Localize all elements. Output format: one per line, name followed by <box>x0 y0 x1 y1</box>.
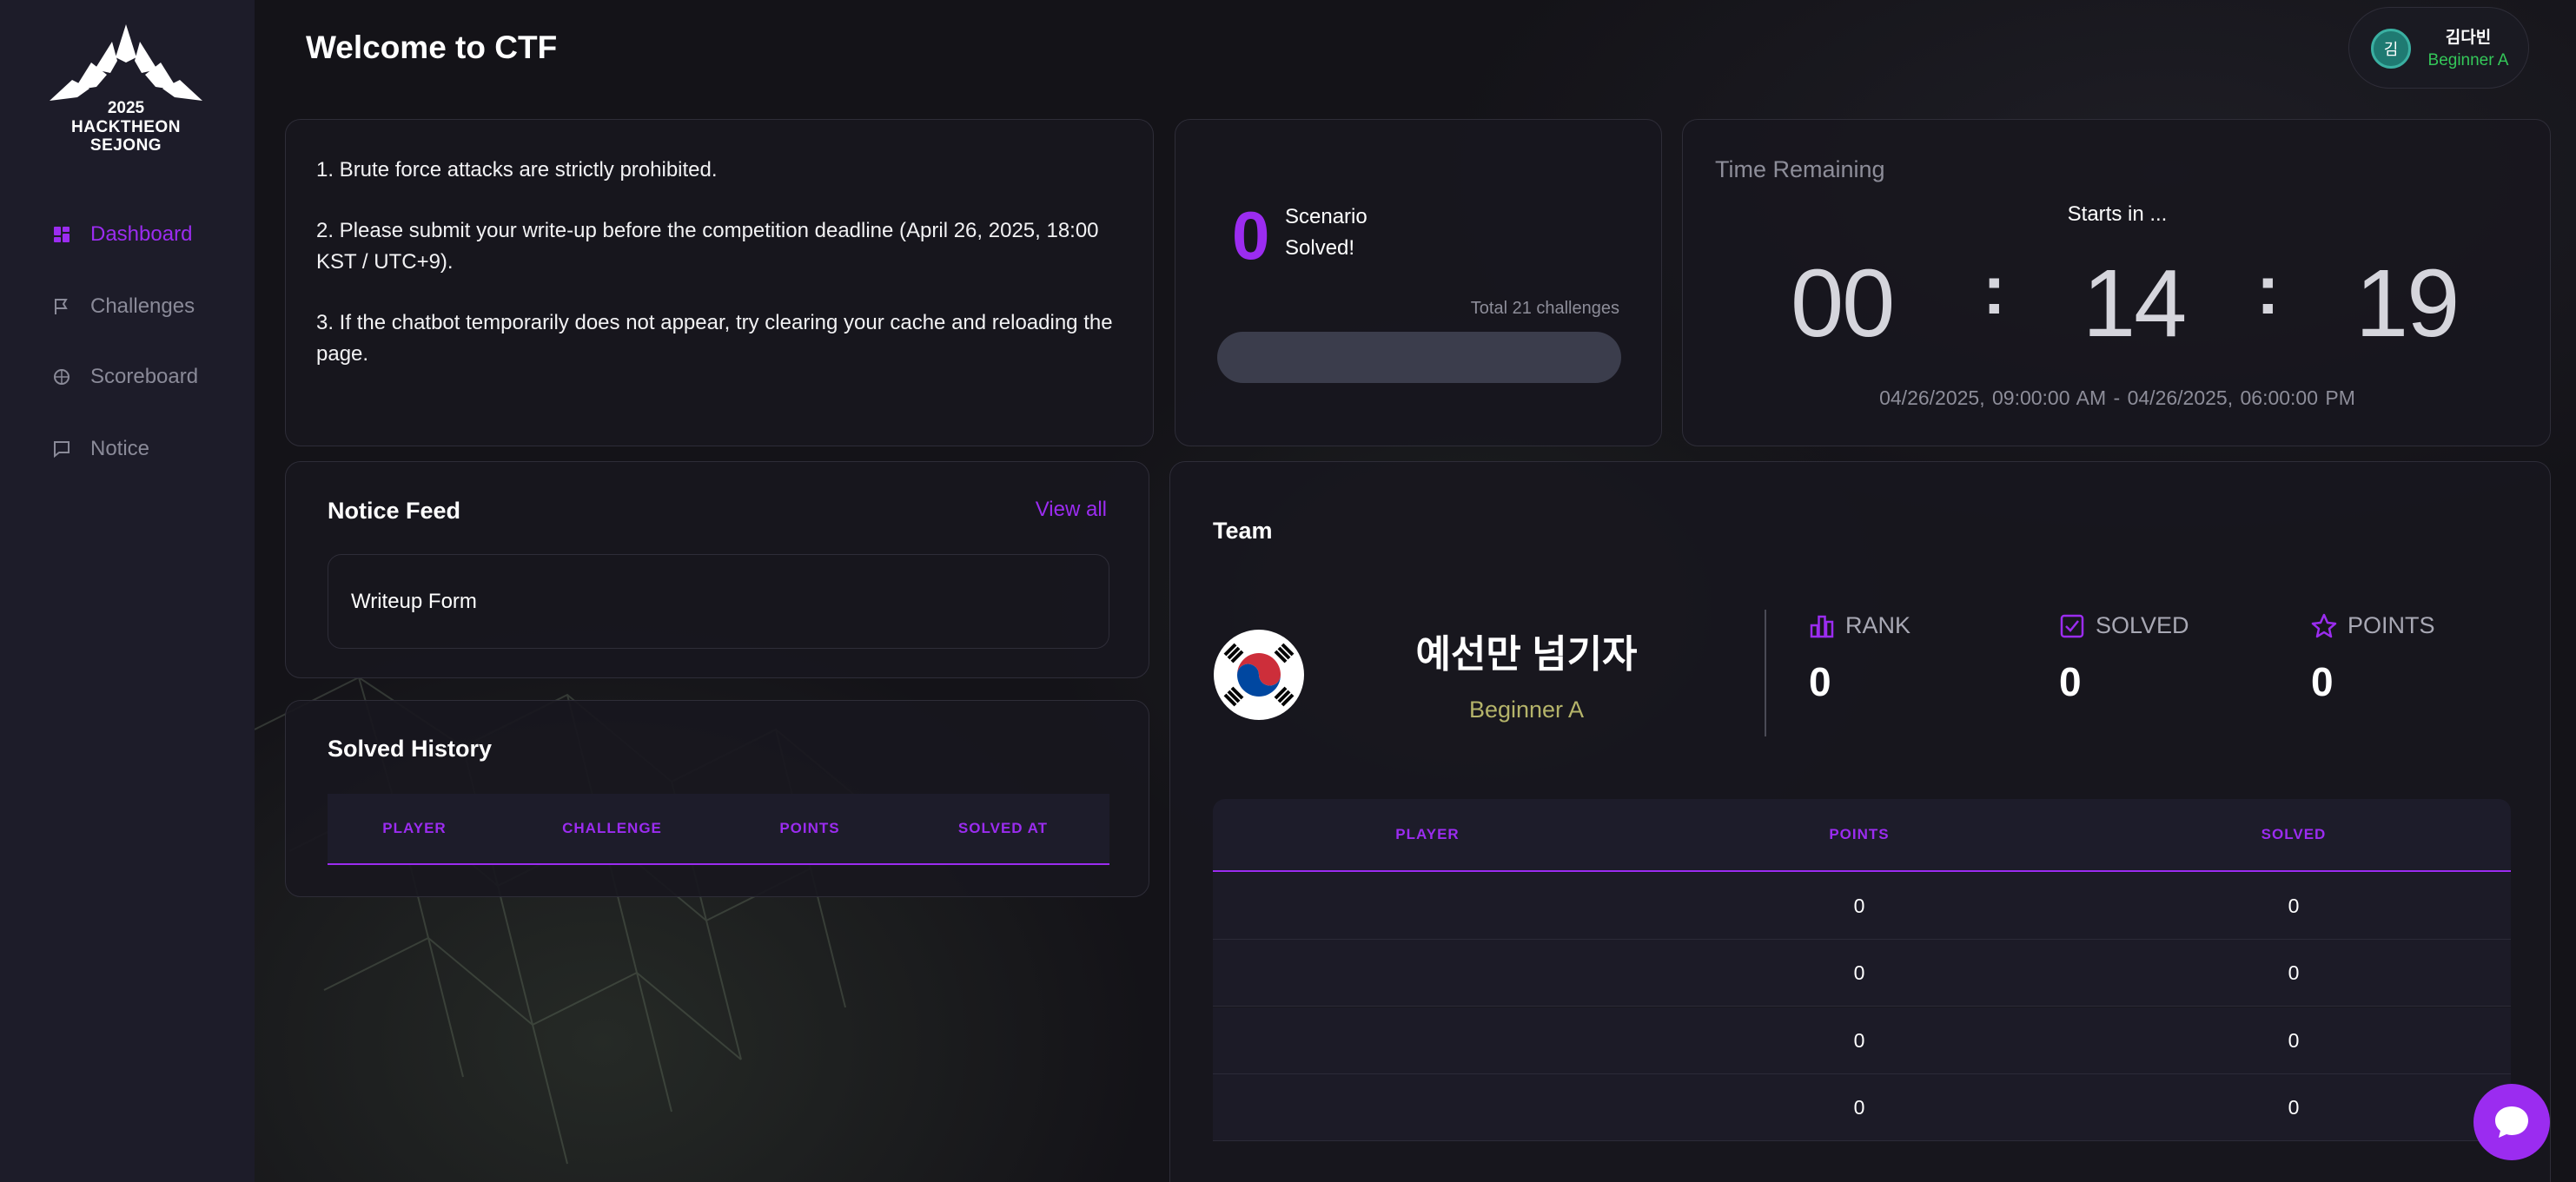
sidebar-item-notice[interactable]: Notice <box>52 432 149 466</box>
cell-points: 0 <box>1853 894 1865 917</box>
logo-line2: SEJONG <box>89 136 162 155</box>
scoreboard-icon <box>54 369 70 385</box>
col-points: POINTS <box>779 820 840 836</box>
cell-points: 0 <box>1853 961 1865 984</box>
progress-bar <box>1217 332 1621 383</box>
table-row: 0 0 <box>1213 873 2511 940</box>
user-role: Beginner A <box>2427 51 2509 69</box>
sidebar-item-label: Scoreboard <box>90 365 199 388</box>
notice-item-label: Writeup Form <box>351 589 477 613</box>
date-dash: - <box>2113 386 2121 409</box>
event-dates: 04/26/2025, 09:00:00 AM - 04/26/2025, 06… <box>1683 386 2552 410</box>
logo-mark-icon <box>50 24 202 101</box>
timer-card: Time Remaining Starts in ... 00 : 14 : 1… <box>1682 119 2551 446</box>
stat-label-text: POINTS <box>2348 612 2435 638</box>
user-profile[interactable]: 김 김다빈 Beginner A <box>2348 7 2529 89</box>
stat-points-label: POINTS <box>2311 612 2435 639</box>
scenario-card: 0 Scenario Solved! Total 21 challenges <box>1175 119 1662 446</box>
col-player: PLAYER <box>382 820 447 836</box>
hacktheon-logo[interactable]: 2025 HACKTHEON SEJONG <box>48 23 204 155</box>
solved-history-header: PLAYER CHALLENGE POINTS SOLVED AT <box>328 794 1109 865</box>
timer-hours: 00 <box>1791 250 1895 357</box>
user-name: 김다빈 <box>2445 29 2492 47</box>
cell-solved: 0 <box>2288 1028 2300 1052</box>
col-challenge: CHALLENGE <box>562 820 662 836</box>
cell-points: 0 <box>1853 1028 1865 1052</box>
timer-sep: : <box>1983 251 2006 328</box>
rule-2: 2. Please submit your write-up before th… <box>316 219 1099 274</box>
sidebar-item-label: Dashboard <box>90 222 193 246</box>
stat-solved-value: 0 <box>2059 659 2082 704</box>
scenario-label: Scenario Solved! <box>1285 201 1424 264</box>
rank-icon <box>1810 615 1834 637</box>
team-table-header: PLAYER POINTS SOLVED <box>1213 799 2511 872</box>
page-title: Welcome to CTF <box>306 30 558 65</box>
sidebar-item-challenges[interactable]: Challenges <box>52 289 195 324</box>
stat-label-text: SOLVED <box>2096 612 2189 638</box>
col-solved-at: SOLVED AT <box>957 820 1049 836</box>
timer-sep: : <box>2256 251 2280 328</box>
view-all-link[interactable]: View all <box>1036 498 1107 522</box>
sidebar-item-label: Notice <box>90 437 150 460</box>
notice-item[interactable]: Writeup Form <box>328 554 1109 649</box>
team-divider <box>1765 610 1766 736</box>
timer-seconds: 19 <box>2355 250 2460 357</box>
col-points: POINTS <box>1829 826 1890 842</box>
sidebar: 2025 HACKTHEON SEJONG Dashboard Challeng… <box>0 0 255 1182</box>
cell-solved: 0 <box>2288 961 2300 984</box>
team-name: 예선만 넘기자 <box>1415 633 1638 676</box>
notice-feed-title: Notice Feed <box>328 498 461 524</box>
scenario-count: 0 <box>1232 197 1270 274</box>
notice-feed-card: Notice Feed View all Writeup Form <box>285 461 1149 678</box>
chat-bubble-icon <box>2495 1106 2528 1138</box>
rule-1: 1. Brute force attacks are strictly proh… <box>316 158 718 182</box>
table-row: 0 0 <box>1213 940 2511 1007</box>
table-row: 0 0 <box>1213 1074 2511 1141</box>
message-icon <box>54 441 70 459</box>
check-square-icon <box>2060 614 2084 637</box>
timer-minutes: 14 <box>2083 250 2187 357</box>
flag-icon <box>55 299 68 314</box>
timer-title: Time Remaining <box>1715 156 1885 182</box>
rule-3: 3. If the chatbot temporarily does not a… <box>316 311 1113 366</box>
solved-history-title: Solved History <box>328 736 493 762</box>
stat-rank-value: 0 <box>1809 659 1831 704</box>
table-row: 0 0 <box>1213 1007 2511 1074</box>
solved-history-card: Solved History PLAYER CHALLENGE POINTS S… <box>285 700 1149 897</box>
end-date: 04/26/2025, 06:00:00 PM <box>2127 386 2355 409</box>
start-date: 04/26/2025, 09:00:00 AM <box>1879 386 2107 409</box>
sidebar-item-dashboard[interactable]: Dashboard <box>52 217 192 252</box>
avatar: 김 <box>2371 29 2411 69</box>
cell-points: 0 <box>1853 1095 1865 1119</box>
logo-line1: HACKTHEON <box>71 118 181 136</box>
dashboard-icon <box>54 227 70 242</box>
korea-flag-icon <box>1214 630 1304 720</box>
col-player: PLAYER <box>1395 826 1460 842</box>
star-icon <box>2311 613 2337 637</box>
logo-year: 2025 <box>107 99 145 117</box>
team-card: Team 예선만 넘기자 Beginner A RANK 0 SOLVED 0 … <box>1169 461 2551 1182</box>
col-solved: SOLVED <box>2261 826 2327 842</box>
cell-solved: 0 <box>2288 894 2300 917</box>
sidebar-item-label: Challenges <box>90 294 195 318</box>
stat-rank-label: RANK <box>1809 612 1910 639</box>
stat-points-value: 0 <box>2311 659 2334 704</box>
sidebar-item-scoreboard[interactable]: Scoreboard <box>52 360 198 394</box>
stat-label-text: RANK <box>1845 612 1911 638</box>
starts-in-label: Starts in ... <box>2067 202 2168 226</box>
cell-solved: 0 <box>2288 1095 2300 1119</box>
team-title: Team <box>1213 518 1273 544</box>
total-challenges: Total 21 challenges <box>1470 299 1619 318</box>
chat-button[interactable] <box>2473 1084 2550 1160</box>
rules-card: 1. Brute force attacks are strictly proh… <box>285 119 1154 446</box>
scenario-label-line2: Solved! <box>1285 236 1355 260</box>
scenario-label-line1: Scenario <box>1285 205 1367 228</box>
stat-solved-label: SOLVED <box>2059 612 2189 639</box>
team-division: Beginner A <box>1468 697 1585 723</box>
